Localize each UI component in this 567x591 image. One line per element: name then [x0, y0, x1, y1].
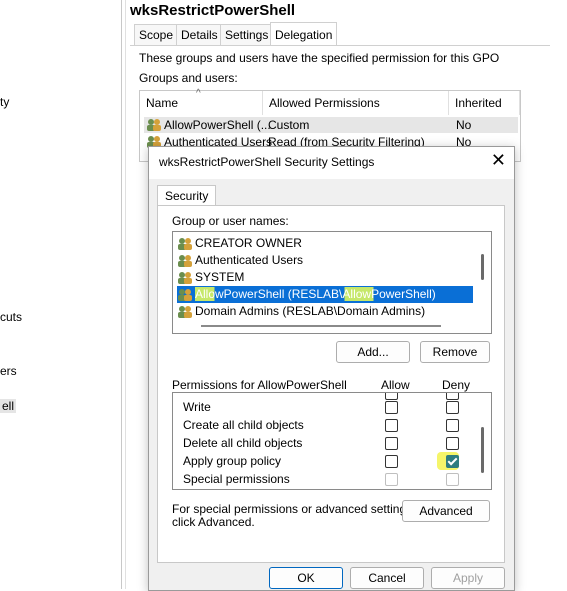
- permission-row: Apply group policy: [177, 453, 281, 470]
- principal-name: SYSTEM: [195, 270, 245, 284]
- deny-checkbox[interactable]: [446, 393, 459, 400]
- security-settings-dialog: wksRestrictPowerShell Security Settings …: [148, 146, 515, 591]
- tab-security[interactable]: Security: [157, 185, 217, 206]
- security-panel: Group or user names: CREATOR OWNER Authe…: [157, 205, 505, 563]
- add-button[interactable]: Add...: [336, 341, 410, 363]
- column-header-name[interactable]: Name ^: [140, 88, 263, 115]
- vertical-scrollbar[interactable]: [481, 254, 484, 280]
- special-permissions-text: For special permissions or advanced sett…: [172, 502, 416, 516]
- gpo-title: wksRestrictPowerShell: [130, 2, 296, 19]
- horizontal-scrollbar[interactable]: [201, 325, 441, 327]
- permission-name: Apply group policy: [183, 454, 282, 468]
- tab-scope[interactable]: Scope: [134, 24, 179, 45]
- permission-row: Write: [177, 399, 211, 416]
- advanced-button[interactable]: Advanced: [402, 500, 490, 522]
- table-row[interactable]: AllowPowerShell (... Custom No: [144, 117, 518, 133]
- deny-checkbox[interactable]: [446, 419, 459, 432]
- tab-delegation[interactable]: Delegation: [270, 22, 338, 45]
- tree-item-selected[interactable]: ell: [0, 399, 17, 413]
- deny-column-label: Deny: [442, 378, 471, 392]
- principals-listbox[interactable]: CREATOR OWNER Authenticated Users SYSTEM: [172, 231, 492, 334]
- groups-label: Groups and users:: [139, 71, 238, 85]
- tree-item[interactable]: ty: [0, 95, 9, 109]
- permission-name: Delete all child objects: [183, 436, 303, 450]
- vertical-scrollbar[interactable]: [481, 427, 484, 473]
- column-header-permissions[interactable]: Allowed Permissions: [263, 91, 449, 115]
- remove-button[interactable]: Remove: [420, 341, 490, 363]
- permission-name: Create all child objects: [183, 418, 304, 432]
- allow-checkbox[interactable]: [385, 419, 398, 432]
- list-item-selected[interactable]: AllowPowerShell (RESLAB\AllowPowerShell): [177, 286, 473, 303]
- dialog-titlebar[interactable]: wksRestrictPowerShell Security Settings …: [149, 147, 514, 179]
- tab-details[interactable]: Details: [176, 24, 223, 45]
- delegation-description: These groups and users have the specifie…: [139, 51, 500, 65]
- close-icon[interactable]: ✕: [491, 150, 506, 171]
- deny-checkbox[interactable]: [446, 401, 459, 414]
- special-permissions-text: click Advanced.: [172, 515, 255, 529]
- deny-checkbox-checked[interactable]: [446, 455, 459, 468]
- list-item[interactable]: Authenticated Users: [177, 252, 303, 269]
- ok-button[interactable]: OK: [269, 567, 343, 589]
- tab-settings[interactable]: Settings: [220, 24, 274, 45]
- apply-button[interactable]: Apply: [431, 567, 505, 589]
- list-item[interactable]: Domain Admins (RESLAB\Domain Admins): [177, 303, 425, 320]
- permission-name: Write: [183, 400, 211, 414]
- allow-checkbox[interactable]: [385, 401, 398, 414]
- users-icon: [147, 119, 161, 131]
- users-icon: [178, 238, 192, 250]
- group-names-label: Group or user names:: [172, 214, 289, 228]
- users-icon: [178, 289, 192, 301]
- column-header-inherited[interactable]: Inherited: [449, 91, 520, 115]
- allow-checkbox[interactable]: [385, 393, 398, 400]
- deny-checkbox[interactable]: [446, 437, 459, 450]
- users-icon: [178, 306, 192, 318]
- tree-item[interactable]: ers: [0, 364, 17, 378]
- row-inherited: No: [456, 118, 472, 132]
- permission-name: Special permissions: [183, 472, 290, 486]
- list-item[interactable]: SYSTEM: [177, 269, 244, 286]
- row-permissions: Custom: [268, 118, 310, 132]
- row-name: AllowPowerShell (...: [164, 118, 271, 132]
- left-tree-pane: ty cuts ers ell: [0, 0, 122, 589]
- dialog-title: wksRestrictPowerShell Security Settings: [159, 155, 375, 169]
- list-item[interactable]: CREATOR OWNER: [177, 235, 302, 252]
- permissions-listbox[interactable]: Write Create all child objects Delete al…: [172, 392, 492, 490]
- users-icon: [178, 255, 192, 267]
- gpo-tabs: Scope Details Settings Delegation: [130, 22, 550, 46]
- cancel-button[interactable]: Cancel: [350, 567, 424, 589]
- users-icon: [178, 272, 192, 284]
- tree-item[interactable]: cuts: [0, 310, 22, 324]
- sort-arrow-icon: ^: [196, 88, 201, 99]
- permissions-label: Permissions for AllowPowerShell: [172, 378, 347, 392]
- principal-name: Domain Admins (RESLAB\Domain Admins): [195, 304, 426, 318]
- permission-row: Special permissions: [177, 471, 290, 488]
- deny-checkbox-disabled: [446, 473, 459, 486]
- principal-name: Authenticated Users: [195, 253, 304, 267]
- permission-row: Delete all child objects: [177, 435, 302, 452]
- principal-name: CREATOR OWNER: [195, 236, 302, 250]
- allow-checkbox[interactable]: [385, 437, 398, 450]
- principal-name: AllowPowerShell (RESLAB\AllowPowerShell): [195, 287, 436, 301]
- allow-checkbox-disabled: [385, 473, 398, 486]
- allow-checkbox[interactable]: [385, 455, 398, 468]
- pane-divider: [125, 0, 126, 589]
- allow-column-label: Allow: [381, 378, 410, 392]
- pane-divider: [121, 0, 122, 589]
- permission-row: Create all child objects: [177, 417, 304, 434]
